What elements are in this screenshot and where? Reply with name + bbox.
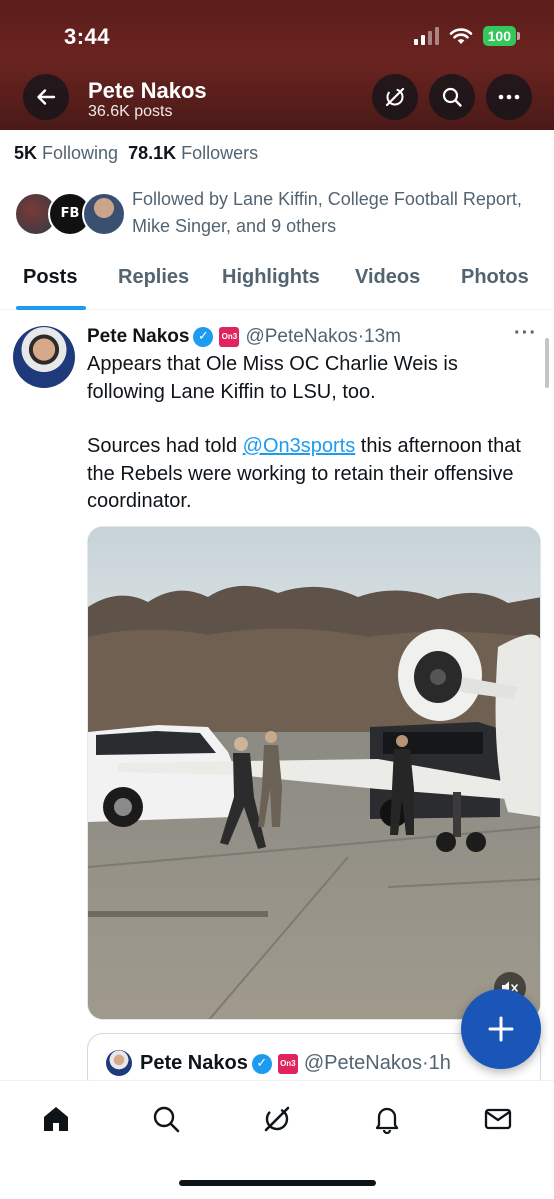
tweet-author-handle[interactable]: @PeteNakos: [245, 326, 357, 348]
profile-header-banner: 3:44 100 Pete Nakos 36.6K posts: [0, 0, 554, 130]
wifi-icon: [449, 28, 472, 44]
tweet-text: Appears that Ole Miss OC Charlie Weis is…: [87, 351, 527, 516]
quoted-author-name: Pete Nakos: [140, 1052, 248, 1074]
followed-by-avatars: FB: [14, 192, 126, 236]
affiliate-badge-icon: On3: [219, 327, 240, 347]
tweet-paragraph: Sources had told @On3sports this afterno…: [87, 435, 521, 512]
mention-link[interactable]: @On3sports: [243, 435, 356, 457]
followed-by-row[interactable]: FB Followed by Lane Kiffin, College Foot…: [14, 186, 544, 238]
video-frame-image: [88, 527, 540, 1019]
followers-link[interactable]: 78.1K Followers: [128, 143, 258, 163]
verified-badge-icon: ✓: [193, 327, 214, 347]
quoted-tweet-timestamp: ·1h: [421, 1052, 451, 1074]
home-indicator: [179, 1180, 376, 1186]
status-time: 3:44: [64, 24, 111, 49]
search-icon: [442, 87, 462, 107]
tweet-more-icon[interactable]: ···: [514, 322, 537, 345]
nav-search[interactable]: [146, 1099, 186, 1139]
quoted-author-handle: @PeteNakos: [303, 1052, 422, 1074]
tweet-author-name[interactable]: Pete Nakos: [87, 326, 189, 348]
cellular-signal-icon: [413, 27, 439, 45]
back-arrow-icon: [37, 89, 56, 105]
scrollbar[interactable]: [545, 338, 549, 388]
grok-icon: [264, 1106, 290, 1132]
tab-posts[interactable]: Posts: [23, 266, 77, 289]
status-icons: 100: [413, 26, 521, 46]
tweet-paragraph: Appears that Ole Miss OC Charlie Weis is…: [87, 353, 458, 403]
followed-by-text: Followed by Lane Kiffin, College Footbal…: [132, 189, 522, 236]
tab-highlights[interactable]: Highlights: [222, 266, 320, 289]
tweet-video[interactable]: [87, 526, 541, 1020]
verified-badge-icon: ✓: [251, 1053, 272, 1074]
search-icon: [153, 1106, 180, 1133]
tweet-header: Pete Nakos ✓ On3 @PeteNakos ·13m: [87, 323, 527, 351]
battery-indicator: 100: [482, 26, 521, 46]
nav-notifications[interactable]: [367, 1099, 407, 1139]
tweet-timestamp[interactable]: ·13m: [358, 326, 401, 348]
quoted-author-avatar: [106, 1050, 132, 1076]
follow-stats: 5K Following 78.1K Followers: [14, 143, 258, 164]
nav-home[interactable]: [36, 1099, 76, 1139]
more-icon: [498, 94, 520, 100]
nav-grok[interactable]: [257, 1099, 297, 1139]
active-tab-indicator: [16, 306, 86, 310]
header-posts-count: 36.6K posts: [88, 103, 173, 120]
status-bar: 3:44 100: [0, 0, 554, 70]
home-icon: [44, 1107, 68, 1131]
tab-photos[interactable]: Photos: [461, 266, 529, 289]
grok-icon: [385, 87, 405, 107]
tab-videos[interactable]: Videos: [355, 266, 420, 289]
compose-post-button[interactable]: [461, 989, 541, 1069]
affiliate-badge-icon: On3: [277, 1053, 298, 1074]
following-link[interactable]: 5K Following: [14, 143, 118, 163]
tab-replies[interactable]: Replies: [118, 266, 189, 289]
header-profile-name: Pete Nakos: [88, 78, 207, 103]
header-search-button[interactable]: [429, 74, 475, 120]
header-nav-row: Pete Nakos 36.6K posts: [0, 74, 554, 122]
tweet-author-avatar[interactable]: [13, 326, 75, 388]
profile-tabs: Posts Replies Highlights Videos Photos: [0, 252, 554, 310]
grok-button[interactable]: [372, 74, 418, 120]
mail-icon: [484, 1108, 512, 1130]
avatar: [82, 192, 126, 236]
back-button[interactable]: [23, 74, 69, 120]
bell-icon: [375, 1107, 399, 1134]
quoted-tweet-header: Pete Nakos ✓ On3 @PeteNakos ·1h: [140, 1052, 451, 1075]
plus-icon: [488, 1016, 514, 1042]
header-more-button[interactable]: [486, 74, 532, 120]
nav-messages[interactable]: [478, 1099, 518, 1139]
